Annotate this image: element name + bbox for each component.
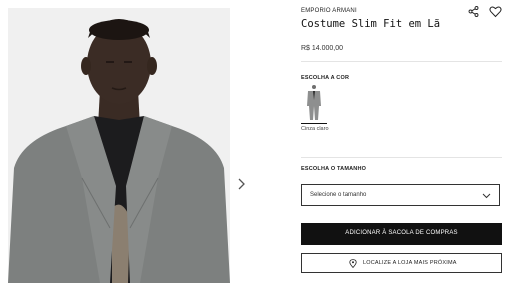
chevron-right-icon[interactable] — [233, 176, 249, 192]
locate-store-label: LOCALIZE A LOJA MAIS PRÓXIMA — [363, 260, 457, 266]
product-gallery — [0, 0, 258, 283]
product-price: R$ 14.000,00 — [301, 45, 344, 52]
location-pin-icon — [349, 259, 357, 268]
product-info-panel: EMPORIO ARMANI Costume Slim Fit em Lã R$… — [301, 0, 502, 283]
product-photo — [8, 8, 230, 283]
add-to-bag-button[interactable]: ADICIONAR À SACOLA DE COMPRAS — [301, 223, 502, 245]
color-name: Cinza claro — [301, 126, 329, 132]
color-section-label: ESCOLHA A COR — [301, 75, 350, 81]
size-section-label: ESCOLHA O TAMANHO — [301, 166, 367, 172]
divider — [301, 157, 502, 158]
add-to-bag-label: ADICIONAR À SACOLA DE COMPRAS — [345, 230, 458, 236]
suit-thumbnail-image — [307, 85, 321, 120]
divider — [301, 61, 502, 62]
locate-store-button[interactable]: LOCALIZE A LOJA MAIS PRÓXIMA — [301, 253, 502, 273]
model-wearing-suit-image — [8, 8, 230, 283]
chevron-down-icon — [482, 193, 491, 199]
size-select[interactable]: Selecione o tamanho — [301, 184, 500, 206]
selected-color-indicator — [301, 123, 327, 124]
color-swatch-cinza-claro[interactable] — [301, 84, 327, 122]
share-icon[interactable] — [468, 6, 479, 17]
size-select-placeholder: Selecione o tamanho — [310, 192, 367, 198]
product-title: Costume Slim Fit em Lã — [301, 18, 441, 30]
heart-icon[interactable] — [489, 5, 502, 18]
brand-name: EMPORIO ARMANI — [301, 8, 357, 14]
